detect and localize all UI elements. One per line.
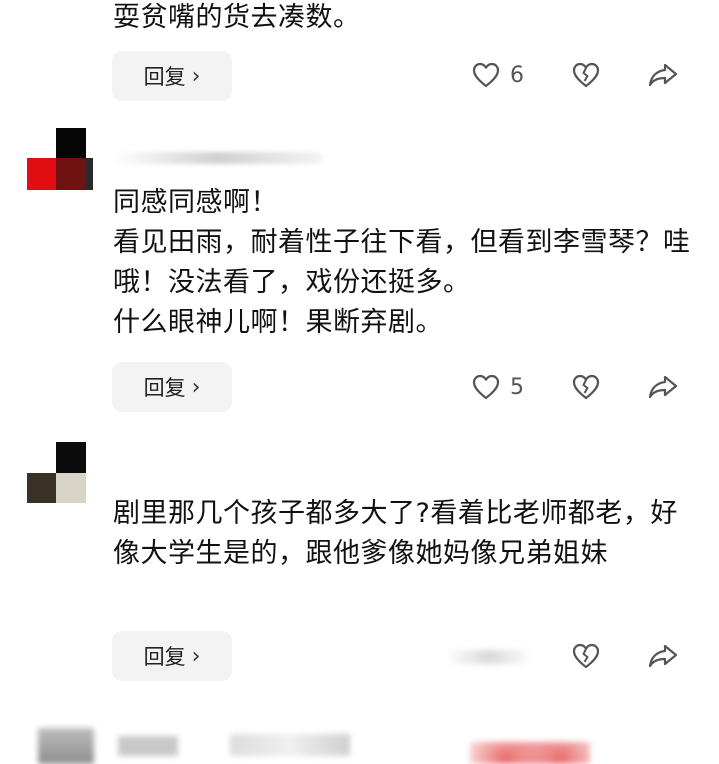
comment-text: 剧里那几个孩子都多大了?看着比老师都老，好像大学生是的，跟他爹像她妈像兄弟姐妹 [113,498,678,569]
reply-label: 回复 [143,645,186,669]
chevron-right-icon: › [191,374,201,400]
reply-label: 回复 [143,376,186,400]
like-button[interactable]: 5 [472,374,524,400]
broken-heart-icon [572,643,600,669]
share-arrow-icon [648,375,678,399]
avatar[interactable] [38,728,94,764]
share-button[interactable] [648,374,678,400]
comment-text: 同感同感啊！ 看见田雨，耐着性子往下看，但看到李雪琴？哇哦！没法看了，戏份还挺多… [113,187,691,338]
reward-badges [470,742,590,764]
avatar[interactable] [27,128,93,194]
reply-button[interactable]: 回复 › [112,362,232,412]
username[interactable] [113,152,323,164]
reply-button[interactable]: 回复 › [112,631,232,681]
comment-text: 耍贫嘴的货去凑数。 [113,2,361,33]
user-meta [230,734,350,756]
heart-outline-icon [472,374,500,400]
share-button[interactable] [648,62,678,88]
share-button[interactable] [648,643,678,669]
chevron-right-icon: › [191,643,201,669]
like-count: 6 [510,62,524,88]
dislike-button[interactable] [572,62,600,88]
chevron-right-icon: › [191,63,201,89]
blurred-like-area [450,650,528,664]
broken-heart-icon [572,374,600,400]
reply-button[interactable]: 回复 › [112,51,232,101]
broken-heart-icon [572,62,600,88]
username[interactable] [118,736,178,756]
avatar[interactable] [27,442,93,508]
share-arrow-icon [648,644,678,668]
share-arrow-icon [648,63,678,87]
dislike-button[interactable] [572,374,600,400]
like-button[interactable]: 6 [472,62,524,88]
reply-label: 回复 [143,65,186,89]
like-count: 5 [510,374,524,400]
heart-outline-icon [472,62,500,88]
dislike-button[interactable] [572,643,600,669]
